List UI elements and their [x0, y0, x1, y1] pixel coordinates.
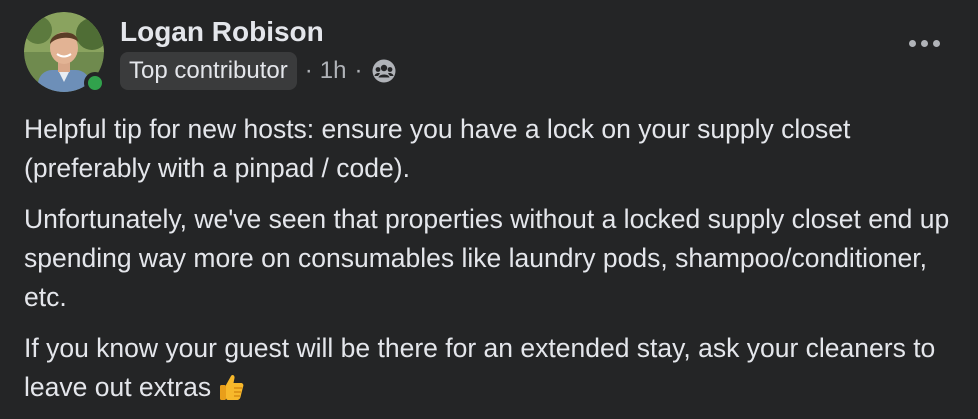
avatar[interactable] [24, 12, 106, 94]
post-paragraph: Unfortunately, we've seen that propertie… [24, 204, 950, 312]
more-horizontal-icon [908, 39, 916, 47]
post-paragraph: Helpful tip for new hosts: ensure you ha… [24, 114, 851, 183]
post-card: Logan Robison Top contributor · 1h · Hel… [0, 0, 978, 414]
more-dot [920, 39, 928, 47]
group-icon[interactable] [371, 58, 397, 84]
meta-separator: · [304, 57, 313, 84]
post-paragraph-last: If you know your guest will be there for… [24, 329, 954, 407]
online-status-indicator [84, 72, 106, 94]
author-name[interactable]: Logan Robison [120, 16, 324, 48]
post-meta: Top contributor · 1h · [120, 51, 397, 91]
thumbs-up-emoji [220, 374, 244, 400]
post-timestamp[interactable]: 1h [320, 57, 347, 85]
more-options-button[interactable] [904, 30, 944, 56]
post-header: Logan Robison Top contributor · 1h · [24, 12, 954, 96]
post-body: Helpful tip for new hosts: ensure you ha… [24, 110, 954, 419]
top-contributor-badge[interactable]: Top contributor [120, 52, 297, 90]
meta-separator: · [354, 57, 363, 84]
post-paragraph-text: If you know your guest will be there for… [24, 333, 936, 402]
more-dot [932, 39, 940, 47]
